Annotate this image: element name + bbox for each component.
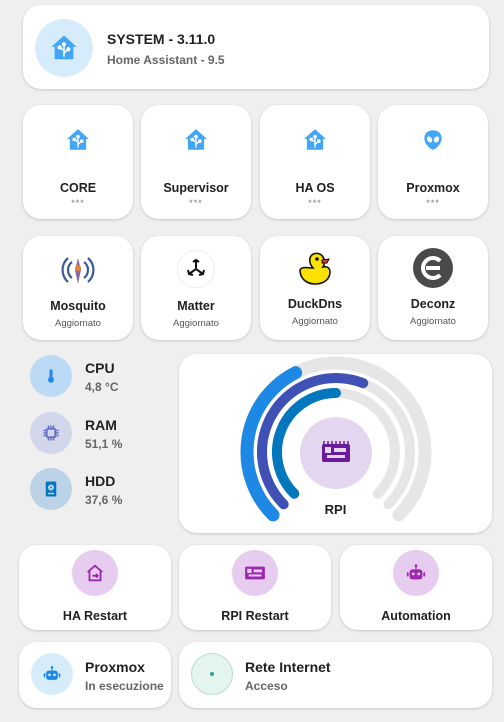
component-label: Supervisor bbox=[163, 181, 229, 195]
status-card-proxmox[interactable]: Proxmox In esecuzione bbox=[19, 642, 171, 708]
addon-status: Aggiornato bbox=[55, 318, 101, 329]
home-assistant-icon bbox=[65, 127, 91, 153]
raspberry-board-icon bbox=[300, 417, 372, 489]
component-label: HA OS bbox=[295, 181, 335, 195]
action-label: Automation bbox=[381, 609, 451, 623]
resource-label: RAM bbox=[85, 417, 117, 433]
component-status: *** bbox=[189, 198, 203, 208]
resource-hdd[interactable]: HDD 37,6 % bbox=[30, 468, 170, 514]
board-restart-icon bbox=[232, 550, 278, 596]
addon-status: Aggiornato bbox=[292, 316, 338, 327]
system-title: SYSTEM - 3.11.0 bbox=[107, 31, 216, 47]
gauge-label: RPI bbox=[324, 502, 347, 517]
component-card-core[interactable]: CORE *** bbox=[23, 105, 133, 219]
component-status: *** bbox=[71, 198, 85, 208]
home-assistant-icon bbox=[302, 127, 328, 153]
robot-icon bbox=[393, 550, 439, 596]
resource-label: HDD bbox=[85, 473, 116, 489]
resource-label: CPU bbox=[85, 360, 115, 376]
addon-card-matter[interactable]: Matter Aggiornato bbox=[141, 236, 251, 340]
system-card[interactable]: SYSTEM - 3.11.0 Home Assistant - 9.5 bbox=[23, 5, 489, 89]
robot-icon bbox=[31, 653, 73, 695]
resource-ram[interactable]: RAM 51,1 % bbox=[30, 412, 170, 458]
restart-icon bbox=[72, 550, 118, 596]
alien-icon bbox=[420, 127, 446, 153]
harddisk-icon bbox=[30, 468, 72, 510]
component-card-haos[interactable]: HA OS *** bbox=[260, 105, 370, 219]
action-label: RPI Restart bbox=[221, 609, 289, 623]
addon-card-mosquito[interactable]: Mosquito Aggiornato bbox=[23, 236, 133, 340]
home-assistant-icon bbox=[183, 127, 209, 153]
network-dot-icon bbox=[191, 653, 233, 695]
deconz-icon bbox=[413, 248, 453, 288]
addon-label: Deconz bbox=[410, 297, 456, 311]
system-subtitle: Home Assistant - 9.5 bbox=[107, 53, 225, 67]
addon-label: DuckDns bbox=[287, 297, 343, 311]
status-title: Proxmox bbox=[85, 659, 145, 675]
resource-value: 51,1 % bbox=[85, 437, 123, 451]
rpi-gauge-card[interactable]: RPI bbox=[179, 354, 492, 533]
status-card-rete-internet[interactable]: Rete Internet Acceso bbox=[179, 642, 492, 708]
duck-icon bbox=[294, 248, 336, 288]
action-automation[interactable]: Automation bbox=[340, 545, 492, 630]
component-card-supervisor[interactable]: Supervisor *** bbox=[141, 105, 251, 219]
status-title: Rete Internet bbox=[245, 659, 331, 675]
home-assistant-icon bbox=[35, 19, 93, 77]
action-rpi-restart[interactable]: RPI Restart bbox=[179, 545, 331, 630]
status-subtitle: Acceso bbox=[245, 679, 288, 693]
status-subtitle: In esecuzione bbox=[85, 679, 164, 693]
addon-status: Aggiornato bbox=[173, 318, 219, 329]
component-card-proxmox[interactable]: Proxmox *** bbox=[378, 105, 488, 219]
addon-label: Matter bbox=[177, 299, 215, 313]
mosquitto-icon bbox=[57, 250, 99, 290]
resource-value: 4,8 °C bbox=[85, 380, 119, 394]
addon-label: Mosquito bbox=[50, 299, 106, 313]
component-label: CORE bbox=[59, 181, 97, 195]
matter-icon bbox=[177, 250, 215, 288]
resource-value: 37,6 % bbox=[85, 493, 123, 507]
component-status: *** bbox=[308, 198, 322, 208]
resource-cpu[interactable]: CPU 4,8 °C bbox=[30, 355, 170, 401]
chip-icon bbox=[30, 412, 72, 454]
component-status: *** bbox=[426, 198, 440, 208]
addon-status: Aggiornato bbox=[410, 316, 456, 327]
action-ha-restart[interactable]: HA Restart bbox=[19, 545, 171, 630]
addon-card-duckdns[interactable]: DuckDns Aggiornato bbox=[260, 236, 370, 340]
component-label: Proxmox bbox=[406, 181, 460, 195]
action-label: HA Restart bbox=[62, 609, 128, 623]
addon-card-deconz[interactable]: Deconz Aggiornato bbox=[378, 236, 488, 340]
thermometer-icon bbox=[30, 355, 72, 397]
